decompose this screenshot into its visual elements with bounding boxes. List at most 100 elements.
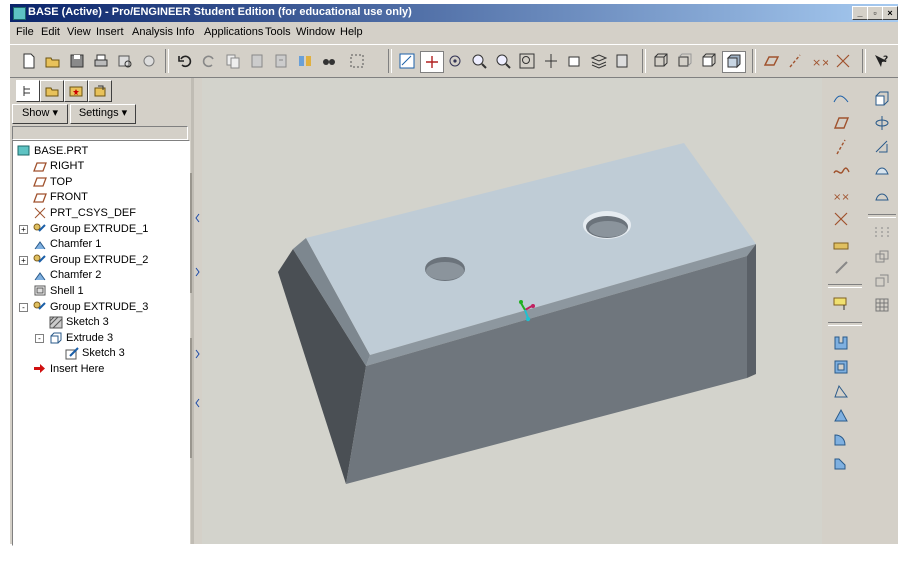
- spin-center-icon[interactable]: [444, 51, 466, 71]
- maximize-button[interactable]: ▫: [867, 6, 883, 20]
- no-hidden-icon[interactable]: [698, 51, 720, 71]
- select-box-icon[interactable]: [342, 51, 372, 71]
- datum-plane-icon: [33, 191, 47, 204]
- email-icon[interactable]: [138, 51, 160, 71]
- mirror-tool-icon[interactable]: [870, 222, 894, 244]
- analysis-feature-icon[interactable]: [829, 232, 853, 254]
- datum-plane-toggle-icon[interactable]: [760, 51, 782, 71]
- minimize-button[interactable]: _: [852, 6, 868, 20]
- variable-sweep-icon[interactable]: [870, 136, 894, 158]
- menu-analysis[interactable]: Analysis: [132, 26, 173, 38]
- tree-item[interactable]: PRT_CSYS_DEF: [33, 205, 136, 220]
- trim-tool-icon[interactable]: [870, 270, 894, 292]
- csys-toggle-icon[interactable]: [832, 51, 854, 71]
- tree-item[interactable]: Group EXTRUDE_1: [33, 221, 148, 236]
- datum-axis-tool-icon[interactable]: [829, 136, 853, 158]
- new-icon[interactable]: [18, 51, 40, 71]
- settings-dropdown[interactable]: Settings ▾: [70, 104, 136, 124]
- paste-special-icon[interactable]: [270, 51, 292, 71]
- shell-tool-icon[interactable]: [829, 332, 853, 354]
- datum-curve-icon[interactable]: [829, 160, 853, 182]
- rib-tool-icon[interactable]: [829, 356, 853, 378]
- tree-item[interactable]: Sketch 3: [65, 346, 125, 361]
- tree-item[interactable]: FRONT: [33, 190, 88, 205]
- save-icon[interactable]: [66, 51, 88, 71]
- menu-tools[interactable]: Tools: [265, 26, 291, 38]
- connections-tab[interactable]: [88, 80, 112, 102]
- shading-icon[interactable]: [722, 51, 746, 73]
- whats-this-icon[interactable]: ?: [870, 51, 892, 71]
- style-icon[interactable]: [870, 184, 894, 206]
- chamfer-tool-icon[interactable]: [829, 428, 853, 450]
- draft-tool-icon[interactable]: [829, 380, 853, 402]
- csys-icon: [33, 206, 47, 219]
- model-tree-tab[interactable]: [16, 80, 40, 102]
- tree-item[interactable]: Group EXTRUDE_2: [33, 252, 148, 267]
- sketched-datum-curve-icon[interactable]: [829, 88, 853, 110]
- round-tool-icon[interactable]: [829, 404, 853, 426]
- redo-icon[interactable]: [198, 51, 220, 71]
- show-dropdown[interactable]: Show ▾: [12, 104, 68, 124]
- tree-item[interactable]: BASE.PRT: [17, 143, 88, 158]
- tree-item[interactable]: Group EXTRUDE_3: [33, 299, 148, 314]
- saved-views-icon[interactable]: [564, 51, 586, 71]
- tree-item[interactable]: Extrude 3: [49, 330, 113, 345]
- tree-item[interactable]: Chamfer 1: [33, 237, 101, 252]
- paste-icon[interactable]: [246, 51, 268, 71]
- panel-splitter[interactable]: [190, 78, 202, 544]
- sketch-tool-icon[interactable]: [829, 256, 853, 278]
- menu-file[interactable]: File: [16, 26, 34, 38]
- datum-axis-toggle-icon[interactable]: [784, 51, 806, 71]
- menu-help[interactable]: Help: [340, 26, 363, 38]
- sweep-tool-icon[interactable]: [829, 452, 853, 474]
- expand-toggle[interactable]: +: [19, 256, 28, 266]
- tree-filter-field[interactable]: [12, 126, 188, 140]
- open-icon[interactable]: [42, 51, 64, 71]
- preview-icon[interactable]: [114, 51, 136, 71]
- favorites-tab[interactable]: [64, 80, 88, 102]
- zoom-out-icon[interactable]: [492, 51, 514, 71]
- merge-tool-icon[interactable]: [870, 246, 894, 268]
- csys-display-icon[interactable]: [420, 51, 444, 73]
- revolve-tool-icon[interactable]: [870, 112, 894, 134]
- tree-item[interactable]: Sketch 3: [49, 315, 109, 330]
- boundary-blend-icon[interactable]: [870, 160, 894, 182]
- undo-icon[interactable]: [174, 51, 196, 71]
- copy-icon[interactable]: [222, 51, 244, 71]
- layers-icon[interactable]: [588, 51, 610, 71]
- tree-item[interactable]: Insert Here: [33, 361, 104, 376]
- collapse-toggle[interactable]: -: [35, 334, 44, 344]
- menu-window[interactable]: Window: [296, 26, 335, 38]
- zoom-in-icon[interactable]: [468, 51, 490, 71]
- tree-item[interactable]: TOP: [33, 174, 72, 189]
- expand-toggle[interactable]: +: [19, 225, 28, 234]
- view-manager-icon[interactable]: [612, 51, 634, 71]
- tree-item[interactable]: RIGHT: [33, 159, 84, 174]
- datum-point-toggle-icon[interactable]: ××: [808, 51, 830, 71]
- regenerate-icon[interactable]: [294, 51, 316, 71]
- find-icon[interactable]: [318, 51, 340, 71]
- menu-view[interactable]: View: [67, 26, 91, 38]
- hole-tool-icon[interactable]: [829, 292, 853, 314]
- menu-info[interactable]: Info: [176, 26, 194, 38]
- menu-applications[interactable]: Applications: [204, 26, 263, 38]
- collapse-toggle[interactable]: -: [19, 303, 28, 312]
- menu-insert[interactable]: Insert: [96, 26, 124, 38]
- reorient-icon[interactable]: [540, 51, 562, 71]
- wireframe-icon[interactable]: [650, 51, 672, 71]
- datum-plane-tool-icon[interactable]: [829, 112, 853, 134]
- datum-display-icon[interactable]: [396, 51, 418, 71]
- csys-tool-icon[interactable]: [829, 208, 853, 230]
- datum-point-icon[interactable]: ××: [829, 184, 853, 206]
- tree-item[interactable]: Chamfer 2: [33, 268, 101, 283]
- extrude-tool-icon[interactable]: [870, 88, 894, 110]
- graphics-window[interactable]: [202, 78, 822, 544]
- print-icon[interactable]: [90, 51, 112, 71]
- close-button[interactable]: ×: [882, 6, 898, 20]
- hidden-line-icon[interactable]: [674, 51, 696, 71]
- tree-item[interactable]: Shell 1: [33, 283, 84, 298]
- refit-icon[interactable]: [516, 51, 538, 71]
- pattern-tool-icon[interactable]: [870, 294, 894, 316]
- menu-edit[interactable]: Edit: [41, 26, 60, 38]
- folder-browser-tab[interactable]: [40, 80, 64, 102]
